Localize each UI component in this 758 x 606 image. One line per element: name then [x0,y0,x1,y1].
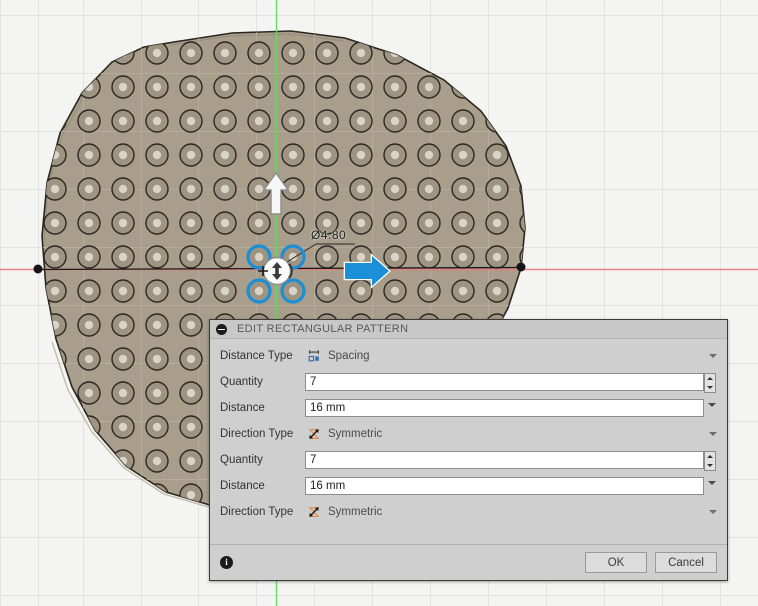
label-direction-type-2: Direction Type [220,506,294,518]
label-quantity-1: Quantity [220,376,263,388]
edit-rectangular-pattern-dialog[interactable]: EDIT RECTANGULAR PATTERN Distance Type S… [209,319,728,581]
horizontal-drag-arrow-icon [343,253,391,289]
direction-type-1-value: Symmetric [328,428,383,440]
diameter-dimension-label[interactable]: Ø4.80 [311,228,346,242]
label-quantity-2: Quantity [220,454,263,466]
row-distance-1: Distance 16 mm [220,395,719,421]
label-distance-2: Distance [220,480,265,492]
symmetric-icon [308,429,320,439]
quantity-2-stepper[interactable] [704,451,716,471]
info-icon[interactable]: i [220,556,233,569]
quantity-1-input[interactable]: 7 [305,373,716,393]
dialog-body: Distance Type Spacing Quantity 7 Distanc… [210,339,727,525]
row-distance-type: Distance Type Spacing [220,343,719,369]
distance-2-input[interactable]: 16 mm [305,477,716,495]
spacing-icon [308,350,319,362]
dialog-footer: i OK Cancel [210,544,727,580]
sketch-point-left [33,264,43,274]
quantity-2-value: 7 [310,454,317,466]
label-direction-type-1: Direction Type [220,428,294,440]
stepper-up-icon[interactable] [707,377,713,380]
symmetric-icon [308,507,320,517]
ok-button[interactable]: OK [585,552,647,573]
row-direction-type-2: Direction Type Symmetric [220,499,719,525]
minus-circle-icon[interactable] [216,323,227,335]
quantity-1-value: 7 [310,376,317,388]
distance-type-combo[interactable]: Spacing [305,346,719,366]
row-direction-type-1: Direction Type Symmetric [220,421,719,447]
row-quantity-1: Quantity 7 [220,369,719,395]
cancel-button[interactable]: Cancel [655,552,717,573]
distance-type-value: Spacing [328,350,370,362]
distance-1-value: 16 mm [310,402,346,414]
distance-2-value: 16 mm [310,480,346,492]
direction-type-2-combo[interactable]: Symmetric [305,502,719,522]
sketch-point-right [516,262,526,272]
direction-type-2-value: Symmetric [328,506,383,518]
row-quantity-2: Quantity 7 [220,447,719,473]
distance-2-chevron-down-icon[interactable] [708,481,716,485]
chevron-down-icon[interactable] [709,432,717,436]
label-distance-type: Distance Type [220,350,293,362]
direction-type-1-combo[interactable]: Symmetric [305,424,719,444]
stepper-down-icon[interactable] [707,386,713,389]
distance-1-chevron-down-icon[interactable] [708,403,716,407]
dialog-title: EDIT RECTANGULAR PATTERN [237,323,409,335]
quantity-2-input[interactable]: 7 [305,451,716,471]
vertical-drag-arrow-icon [262,171,290,215]
label-distance-1: Distance [220,402,265,414]
distance-1-input[interactable]: 16 mm [305,399,716,417]
chevron-down-icon[interactable] [709,510,717,514]
chevron-down-icon[interactable] [709,354,717,358]
quantity-1-stepper[interactable] [704,373,716,393]
row-distance-2: Distance 16 mm [220,473,719,499]
dialog-title-bar[interactable]: EDIT RECTANGULAR PATTERN [210,320,727,339]
stepper-up-icon[interactable] [707,455,713,458]
stepper-down-icon[interactable] [707,464,713,467]
